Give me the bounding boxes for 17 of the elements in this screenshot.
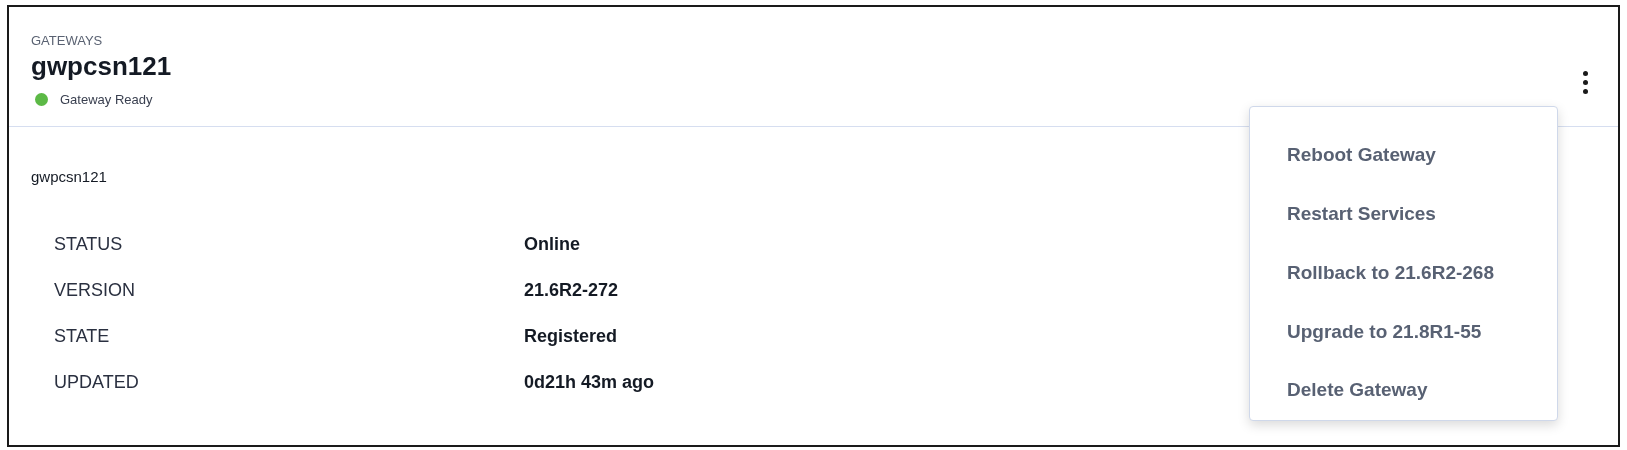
detail-label: VERSION: [54, 278, 137, 302]
detail-value: Online: [524, 232, 580, 256]
detail-value: 0d21h 43m ago: [524, 370, 655, 394]
detail-value: Registered: [524, 324, 618, 348]
detail-label: STATE: [54, 324, 111, 348]
detail-label: STATUS: [54, 232, 124, 256]
menu-item[interactable]: Delete Gateway: [1250, 361, 1557, 420]
section-label: GATEWAYS: [31, 33, 104, 49]
menu-item[interactable]: Reboot Gateway: [1250, 126, 1557, 185]
gateway-title: gwpcsn121: [31, 50, 172, 82]
detail-value: 21.6R2-272: [524, 278, 619, 302]
gateway-name: gwpcsn121: [31, 168, 107, 185]
menu-item[interactable]: Upgrade to 21.8R1-55: [1250, 302, 1557, 362]
menu-item[interactable]: Restart Services: [1250, 184, 1557, 244]
detail-label: UPDATED: [54, 370, 140, 394]
menu-item[interactable]: Rollback to 21.6R2-268: [1250, 243, 1557, 303]
status-text: Gateway Ready: [60, 91, 153, 109]
